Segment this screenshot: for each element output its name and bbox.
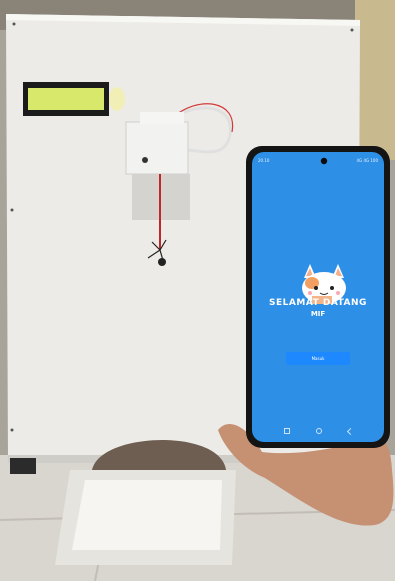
screw: [350, 28, 354, 32]
lcd-display-screen: [28, 88, 104, 110]
splash-title: SELAMAT DATANG: [269, 298, 367, 308]
screw: [12, 22, 16, 26]
status-time: 20.10: [258, 157, 270, 163]
enter-button[interactable]: Masuk: [286, 352, 350, 365]
screw: [10, 428, 14, 432]
splash-subtitle: MIF: [310, 310, 326, 318]
basin-inner: [72, 480, 222, 550]
sensor-module: [125, 121, 189, 175]
screw: [10, 208, 14, 212]
wire-knot: [158, 258, 166, 266]
base-foot: [10, 458, 36, 474]
phone-nav-bar: [252, 426, 384, 436]
back-icon[interactable]: [346, 427, 354, 435]
phone-app-screen: 20.10 4G 4G 100 SELAMAT DATANG MIF Masuk: [252, 152, 384, 442]
status-icons: 4G 4G 100: [356, 157, 378, 163]
home-icon[interactable]: [315, 428, 322, 434]
right-wall-object: [355, 0, 395, 160]
recent-apps-icon[interactable]: [283, 428, 290, 434]
status-bar: 20.10 4G 4G 100: [258, 156, 378, 164]
sensor-module-top: [140, 112, 184, 124]
lcd-glow: [109, 87, 125, 111]
sensor-lens: [142, 157, 148, 163]
